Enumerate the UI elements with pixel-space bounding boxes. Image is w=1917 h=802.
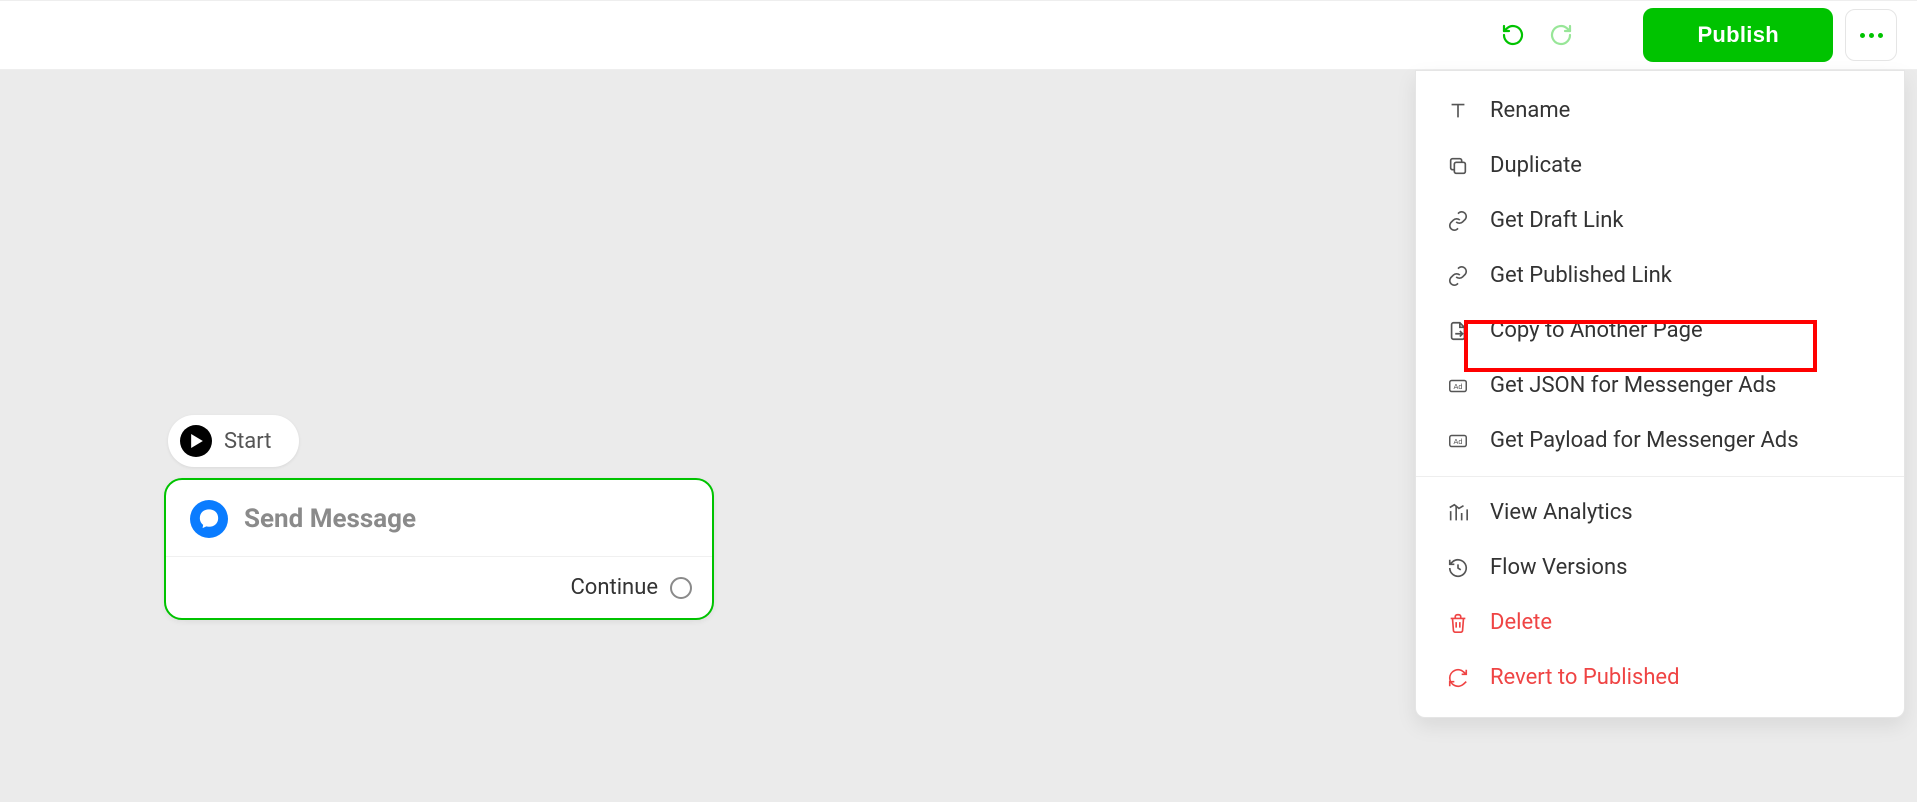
link-icon xyxy=(1446,264,1470,288)
more-options-button[interactable] xyxy=(1845,9,1897,61)
send-message-node[interactable]: Send Message Continue xyxy=(164,478,714,620)
menu-get-payload-ads[interactable]: Ad Get Payload for Messenger Ads xyxy=(1416,413,1904,468)
menu-view-analytics[interactable]: View Analytics xyxy=(1416,485,1904,540)
menu-rename[interactable]: Rename xyxy=(1416,83,1904,138)
menu-get-draft-link[interactable]: Get Draft Link xyxy=(1416,193,1904,248)
dot-icon xyxy=(1878,33,1883,38)
publish-button[interactable]: Publish xyxy=(1643,8,1833,62)
trash-icon xyxy=(1446,611,1470,635)
text-icon xyxy=(1446,99,1470,123)
start-node-label: Start xyxy=(224,429,271,454)
revert-icon xyxy=(1446,666,1470,690)
messenger-icon xyxy=(190,500,228,538)
top-toolbar: Publish xyxy=(0,0,1917,70)
menu-get-json-ads[interactable]: Ad Get JSON for Messenger Ads xyxy=(1416,358,1904,413)
menu-label: Flow Versions xyxy=(1490,555,1627,580)
link-icon xyxy=(1446,209,1470,233)
menu-label: Get Draft Link xyxy=(1490,208,1624,233)
menu-label: Get Published Link xyxy=(1490,263,1672,288)
ad-icon: Ad xyxy=(1446,374,1470,398)
message-node-title: Send Message xyxy=(244,504,416,534)
dot-icon xyxy=(1869,33,1874,38)
svg-text:Ad: Ad xyxy=(1454,437,1463,446)
menu-label: View Analytics xyxy=(1490,500,1633,525)
play-icon xyxy=(180,425,212,457)
menu-label: Get JSON for Messenger Ads xyxy=(1490,373,1776,398)
start-node[interactable]: Start xyxy=(168,415,299,467)
dot-icon xyxy=(1860,33,1865,38)
menu-delete[interactable]: Delete xyxy=(1416,595,1904,650)
menu-label: Revert to Published xyxy=(1490,665,1680,690)
menu-label: Delete xyxy=(1490,610,1552,635)
menu-divider xyxy=(1416,476,1904,477)
menu-copy-to-another-page[interactable]: Copy to Another Page xyxy=(1416,303,1904,358)
menu-label: Copy to Another Page xyxy=(1490,318,1703,343)
menu-revert[interactable]: Revert to Published xyxy=(1416,650,1904,705)
analytics-icon xyxy=(1446,501,1470,525)
svg-text:Ad: Ad xyxy=(1454,382,1463,391)
menu-flow-versions[interactable]: Flow Versions xyxy=(1416,540,1904,595)
duplicate-icon xyxy=(1446,154,1470,178)
ad-icon: Ad xyxy=(1446,429,1470,453)
menu-label: Duplicate xyxy=(1490,153,1582,178)
menu-duplicate[interactable]: Duplicate xyxy=(1416,138,1904,193)
more-options-menu: Rename Duplicate Get Draft Link Get Publ… xyxy=(1415,70,1905,718)
message-node-footer: Continue xyxy=(166,557,712,618)
menu-get-published-link[interactable]: Get Published Link xyxy=(1416,248,1904,303)
output-port[interactable] xyxy=(670,577,692,599)
history-icon xyxy=(1446,556,1470,580)
continue-label: Continue xyxy=(570,575,658,600)
file-export-icon xyxy=(1446,319,1470,343)
message-node-header: Send Message xyxy=(166,480,712,557)
menu-label: Rename xyxy=(1490,98,1570,123)
redo-button[interactable] xyxy=(1543,17,1579,53)
menu-label: Get Payload for Messenger Ads xyxy=(1490,428,1799,453)
undo-button[interactable] xyxy=(1495,17,1531,53)
undo-icon xyxy=(1501,23,1525,47)
redo-icon xyxy=(1549,23,1573,47)
